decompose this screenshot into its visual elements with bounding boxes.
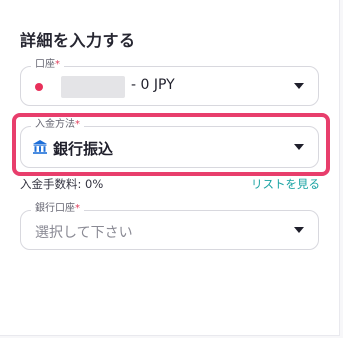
- account-value: - 0 JPY: [131, 77, 175, 93]
- chevron-down-icon: [294, 144, 304, 150]
- details-card: 詳細を入力する 口座* - 0 JPY 入金方法* 銀行振込 入金手数料: 0%…: [0, 0, 340, 336]
- fee-text: 入金手数料: 0%: [20, 177, 104, 191]
- required-mark: *: [75, 119, 80, 130]
- account-status-dot: [35, 83, 43, 91]
- bank-account-label: 銀行口座*: [31, 202, 84, 216]
- required-mark: *: [75, 203, 80, 214]
- deposit-method-label: 入金方法*: [31, 118, 84, 132]
- section-title: 詳細を入力する: [20, 31, 136, 50]
- account-select[interactable]: 口座* - 0 JPY: [20, 58, 319, 106]
- fee-row: 入金手数料: 0% リストを見る: [20, 176, 320, 192]
- deposit-method-select[interactable]: 入金方法* 銀行振込: [20, 118, 319, 168]
- chevron-down-icon: [294, 83, 304, 89]
- bank-account-placeholder: 選択して下さい: [35, 225, 133, 241]
- account-label: 口座*: [31, 58, 64, 72]
- required-mark: *: [55, 59, 60, 70]
- bank-icon: [33, 140, 47, 154]
- view-list-link[interactable]: リストを見る: [251, 176, 320, 192]
- bank-account-select[interactable]: 銀行口座* 選択して下さい: [20, 202, 319, 250]
- chevron-down-icon: [294, 227, 304, 233]
- deposit-method-value: 銀行振込: [53, 140, 114, 158]
- masked-account-number: [61, 76, 125, 98]
